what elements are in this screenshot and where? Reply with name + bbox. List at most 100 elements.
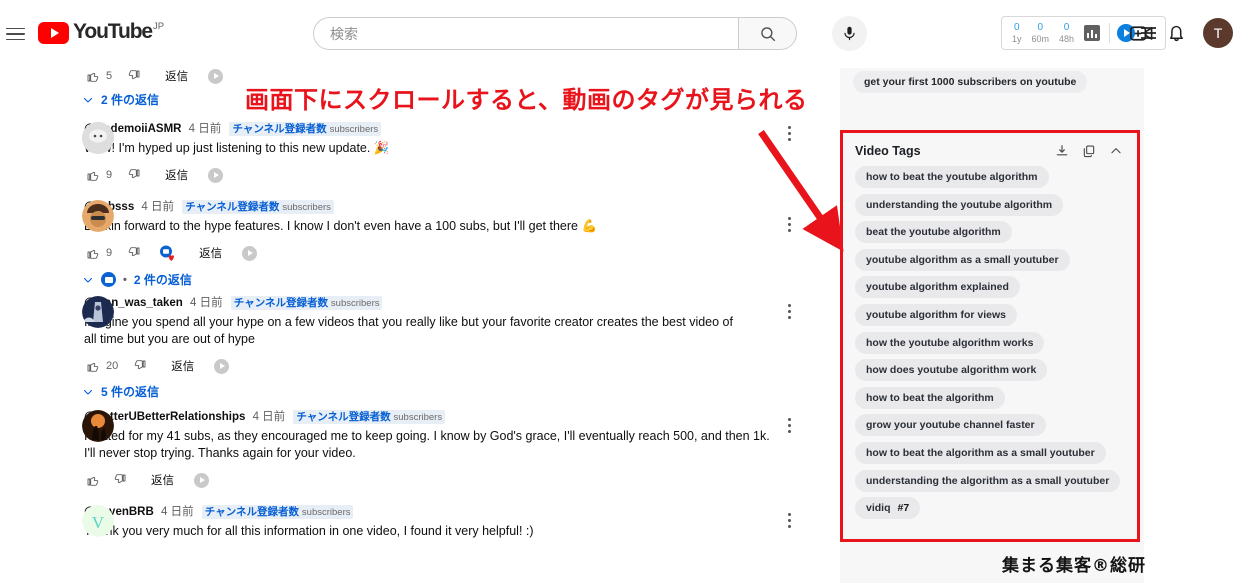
avatar-image	[82, 296, 114, 328]
comment-menu-button[interactable]	[778, 217, 800, 232]
bar-chart-icon[interactable]	[1084, 25, 1101, 41]
replier-avatar	[101, 272, 116, 287]
avatar[interactable]: V	[82, 505, 114, 537]
tag-chip[interactable]: understanding the youtube algorithm	[855, 193, 1064, 216]
hype-icon[interactable]	[208, 68, 224, 84]
youtube-header: YouTube JP 0 1y 0	[0, 0, 1242, 68]
tag-chip[interactable]: youtube algorithm as a small youtuber	[855, 248, 1070, 271]
hype-icon[interactable]	[214, 358, 230, 374]
badge-text: チャンネル登録者数	[233, 297, 328, 309]
create-video-button[interactable]	[1129, 21, 1154, 51]
like-count: 9	[106, 169, 113, 181]
thumbs-up-icon	[87, 362, 99, 372]
avatar-image	[82, 122, 114, 154]
dislike-button[interactable]	[127, 245, 143, 261]
replies-toggle[interactable]: • 2 件の返信	[82, 271, 820, 288]
avatar[interactable]: T	[1203, 18, 1233, 48]
tag-chip[interactable]: how does youtube algorithm work	[855, 359, 1048, 382]
comment-text: Imagine you spend all your hype on a few…	[84, 315, 733, 346]
tag-chip[interactable]: understanding the algorithm as a small y…	[855, 469, 1121, 492]
tag-chip[interactable]: how to beat the youtube algorithm	[855, 166, 1049, 188]
hype-icon[interactable]	[208, 167, 224, 183]
like-button[interactable]: 5	[84, 68, 112, 84]
badge-subtext: subscribers	[329, 124, 379, 135]
badge-subtext: subscribers	[330, 298, 380, 309]
reply-button[interactable]: 返信	[165, 68, 188, 84]
tag-chip[interactable]: youtube algorithm explained	[855, 276, 1020, 299]
thumbs-up-icon	[87, 72, 99, 82]
tag-chip[interactable]: beat the youtube algorithm	[855, 221, 1012, 244]
watermark-logo: 集まる集客®総研	[1002, 556, 1146, 576]
comment-menu-button[interactable]	[778, 513, 800, 528]
comment-text: I elated for my 41 subs, as they encoura…	[84, 429, 770, 460]
vidiq-stat-48h[interactable]: 0 48h	[1054, 22, 1079, 44]
avatar[interactable]	[82, 296, 114, 328]
dislike-button[interactable]	[113, 472, 129, 488]
avatar[interactable]	[82, 122, 114, 154]
tag-label: youtube algorithm for views	[866, 308, 1007, 321]
comment-actions: 9 返信	[84, 242, 820, 264]
vidiq-stat-1y[interactable]: 0 1y	[1007, 22, 1027, 44]
like-button[interactable]: 9	[84, 167, 112, 183]
microphone-icon	[844, 26, 855, 41]
tag-label: youtube algorithm as a small youtuber	[866, 253, 1059, 266]
like-button[interactable]: 9	[84, 245, 112, 261]
tag-chip[interactable]: grow your youtube channel faster	[855, 414, 1046, 437]
download-icon[interactable]	[1055, 144, 1069, 158]
reply-button[interactable]: 返信	[165, 167, 188, 183]
comments-list: 5 返信 2 件の返信 @HodemoiiASMR 4 日前 チャンネル登録者数…	[0, 58, 820, 546]
dislike-button[interactable]	[127, 68, 143, 84]
video-tags-title: Video Tags	[855, 144, 921, 158]
avatar[interactable]	[82, 200, 114, 232]
thumbs-up-icon	[87, 171, 99, 181]
search-box[interactable]	[313, 17, 738, 50]
creator-heart-svg	[160, 245, 175, 261]
voice-search-button[interactable]	[832, 16, 867, 51]
vidiq-stat-label: 48h	[1059, 33, 1075, 44]
comment-menu-button[interactable]	[778, 304, 800, 319]
comment-menu-button[interactable]	[778, 126, 800, 141]
comment-timestamp: 4 日前	[252, 411, 286, 423]
tag-chip[interactable]: how the youtube algorithm works	[855, 331, 1045, 354]
tag-chip[interactable]: vidiq #7	[855, 497, 921, 520]
dislike-button[interactable]	[133, 358, 149, 374]
avatar-image: V	[82, 505, 114, 537]
dislike-button[interactable]	[127, 167, 143, 183]
youtube-logo-text: YouTube	[73, 20, 153, 43]
youtube-country-code: JP	[153, 21, 165, 32]
search-input[interactable]	[314, 24, 738, 43]
chevron-down-icon	[83, 97, 93, 103]
suggested-tag-chip[interactable]: get your first 1000 subscribers on youtu…	[853, 71, 1088, 93]
comment-item: @BetterUBetterRelationships 4 日前 チャンネル登録…	[0, 410, 820, 491]
hype-icon[interactable]	[242, 245, 258, 261]
replies-toggle[interactable]: 5 件の返信	[82, 383, 820, 400]
tag-chip[interactable]: how to beat the algorithm	[855, 386, 1005, 409]
creator-heart-icon[interactable]	[159, 245, 177, 261]
screenshot-root: YouTube JP 0 1y 0	[0, 0, 1242, 583]
chevron-up-icon[interactable]	[1109, 144, 1123, 158]
hype-icon[interactable]	[194, 472, 209, 488]
comment-timestamp: 4 日前	[141, 201, 175, 213]
vidiq-stat-60m[interactable]: 0 60m	[1027, 22, 1055, 44]
notifications-button[interactable]	[1165, 21, 1188, 49]
comment-timestamp: 4 日前	[190, 297, 223, 309]
search-button[interactable]	[738, 17, 797, 50]
tag-chip[interactable]: youtube algorithm for views	[855, 303, 1018, 326]
reply-button[interactable]: 返信	[171, 358, 194, 374]
youtube-logo[interactable]: YouTube JP	[38, 20, 164, 44]
comment-menu-button[interactable]	[778, 418, 800, 433]
like-button[interactable]	[84, 472, 106, 488]
tag-label: youtube algorithm explained	[866, 281, 1009, 294]
hamburger-icon[interactable]	[4, 22, 28, 46]
copy-icon[interactable]	[1082, 144, 1096, 158]
avatar-image	[82, 410, 114, 442]
reply-button[interactable]: 返信	[151, 472, 174, 488]
like-button[interactable]: 20	[84, 358, 118, 374]
avatar[interactable]	[82, 410, 114, 442]
tag-chip[interactable]: how to beat the algorithm as a small you…	[855, 441, 1106, 464]
youtube-play-icon	[38, 22, 69, 44]
comment-text: Thank you very much for all this informa…	[84, 524, 534, 538]
comment-item: @HodemoiiASMR 4 日前 チャンネル登録者数 subscribers…	[0, 122, 820, 186]
reply-button[interactable]: 返信	[199, 245, 222, 261]
like-count: 20	[106, 360, 119, 372]
